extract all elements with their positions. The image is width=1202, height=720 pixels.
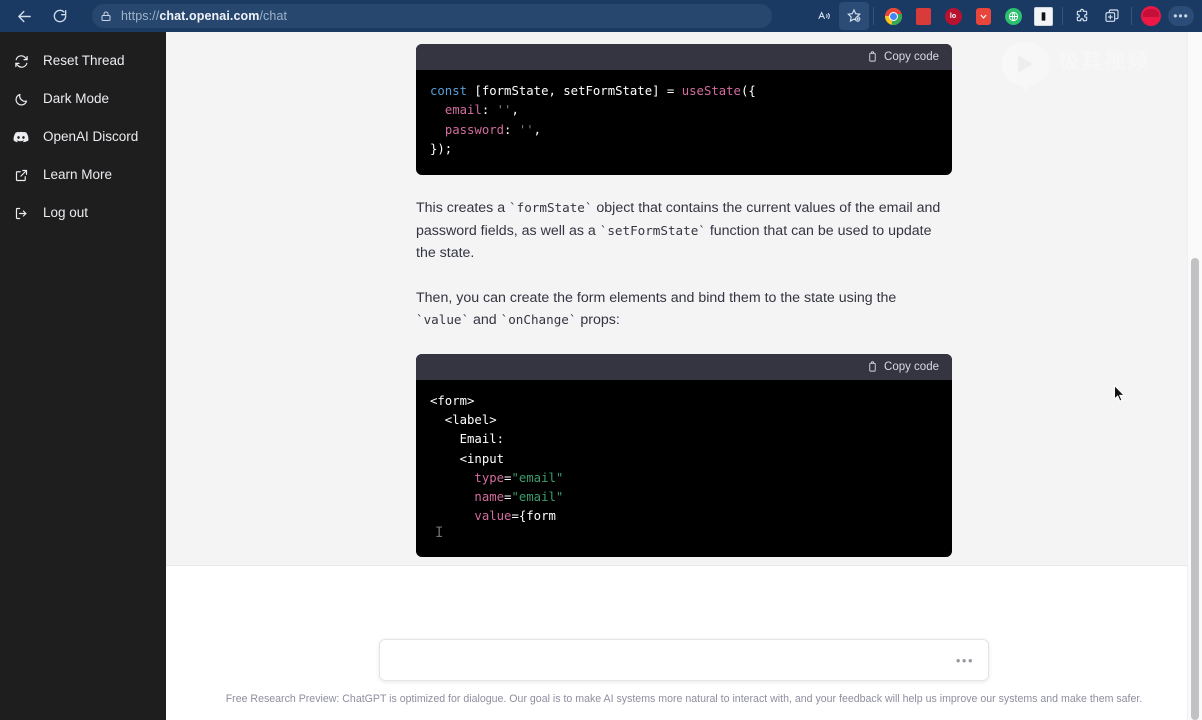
lastpass-extension-icon[interactable]: lo bbox=[938, 2, 968, 30]
chat-input[interactable] bbox=[393, 640, 948, 680]
moon-icon bbox=[13, 91, 29, 107]
puzzle-extension-icon[interactable] bbox=[1067, 2, 1097, 30]
sidebar-item-label: OpenAI Discord bbox=[43, 130, 138, 144]
url-text: https://chat.openai.com/chat bbox=[121, 9, 287, 23]
discord-icon bbox=[13, 129, 29, 145]
globe-extension-icon[interactable] bbox=[998, 2, 1028, 30]
back-arrow-icon[interactable] bbox=[10, 2, 38, 30]
sidebar-item-label: Log out bbox=[43, 206, 88, 220]
logout-icon bbox=[13, 205, 29, 221]
copy-code-button[interactable]: Copy code bbox=[867, 361, 939, 373]
vimeo-extension-icon[interactable] bbox=[968, 2, 998, 30]
sidebar-item-label: Reset Thread bbox=[43, 54, 125, 68]
assistant-paragraph: This creates a `formState` object that c… bbox=[416, 197, 952, 265]
browser-essentials-icon[interactable] bbox=[1097, 2, 1127, 30]
browser-more-menu-button[interactable]: ••• bbox=[1166, 2, 1196, 30]
toolbar-divider-3 bbox=[1131, 7, 1132, 25]
sidebar-item-learn-more[interactable]: Learn More bbox=[0, 156, 166, 194]
code-block-body: <form> <label> Email: <input type="email… bbox=[416, 380, 952, 557]
chrome-extension-icon[interactable] bbox=[878, 2, 908, 30]
page-scrollbar-thumb[interactable] bbox=[1191, 258, 1199, 720]
sidebar-item-log-out[interactable]: Log out bbox=[0, 194, 166, 232]
assistant-paragraph: Then, you can create the form elements a… bbox=[416, 287, 952, 332]
copy-code-label: Copy code bbox=[884, 361, 939, 373]
toolbar-divider-2 bbox=[1062, 7, 1063, 25]
chat-main: 极其视频 JIJISHIPIN Copy code co bbox=[166, 32, 1202, 720]
code-block-header: Copy code bbox=[416, 354, 952, 380]
address-bar[interactable]: https://chat.openai.com/chat bbox=[92, 4, 772, 28]
copy-code-button[interactable]: Copy code bbox=[867, 51, 939, 63]
lock-icon bbox=[100, 10, 112, 22]
composer-overflow-icon[interactable]: ••• bbox=[948, 653, 974, 668]
chat-thread: 极其视频 JIJISHIPIN Copy code co bbox=[166, 32, 1202, 565]
reset-thread-icon bbox=[13, 53, 29, 69]
text-cursor-icon: I bbox=[435, 526, 444, 541]
copy-code-label: Copy code bbox=[884, 51, 939, 63]
thread-inner: Copy code const [formState, setFormState… bbox=[166, 44, 1202, 557]
code-block-body: const [formState, setFormState] = useSta… bbox=[416, 70, 952, 175]
page-scrollbar[interactable] bbox=[1187, 32, 1202, 720]
browser-more-menu-label: ••• bbox=[1168, 6, 1194, 26]
composer-box[interactable]: ••• bbox=[379, 639, 989, 681]
read-aloud-icon[interactable] bbox=[809, 2, 839, 30]
reload-icon[interactable] bbox=[46, 2, 74, 30]
sidebar-item-label: Learn More bbox=[43, 168, 112, 182]
collections-star-icon[interactable] bbox=[839, 2, 869, 30]
clipboard-icon bbox=[867, 51, 878, 63]
footer-disclaimer: Free Research Preview: ChatGPT is optimi… bbox=[166, 693, 1202, 705]
profile-avatar[interactable] bbox=[1136, 2, 1166, 30]
code-block: Copy code <form> <label> Email: <input t… bbox=[416, 354, 952, 557]
sidebar-item-openai-discord[interactable]: OpenAI Discord bbox=[0, 118, 166, 156]
active-extension-icon[interactable] bbox=[1028, 2, 1058, 30]
sidebar-item-label: Dark Mode bbox=[43, 92, 109, 106]
external-link-icon bbox=[13, 167, 29, 183]
browser-chrome: https://chat.openai.com/chat lo bbox=[0, 0, 1202, 32]
clipboard-icon bbox=[867, 361, 878, 373]
book-extension-icon[interactable] bbox=[908, 2, 938, 30]
sidebar-item-dark-mode[interactable]: Dark Mode bbox=[0, 80, 166, 118]
toolbar-divider bbox=[873, 7, 874, 25]
composer-region: ••• Free Research Preview: ChatGPT is op… bbox=[166, 565, 1202, 720]
sidebar: Reset Thread Dark Mode OpenAI Discord Le… bbox=[0, 32, 166, 720]
browser-toolbar-icons: lo ••• bbox=[809, 0, 1202, 32]
page-body: Reset Thread Dark Mode OpenAI Discord Le… bbox=[0, 32, 1202, 720]
sidebar-item-reset-thread[interactable]: Reset Thread bbox=[0, 42, 166, 80]
code-block: Copy code const [formState, setFormState… bbox=[416, 44, 952, 175]
code-block-header: Copy code bbox=[416, 44, 952, 70]
